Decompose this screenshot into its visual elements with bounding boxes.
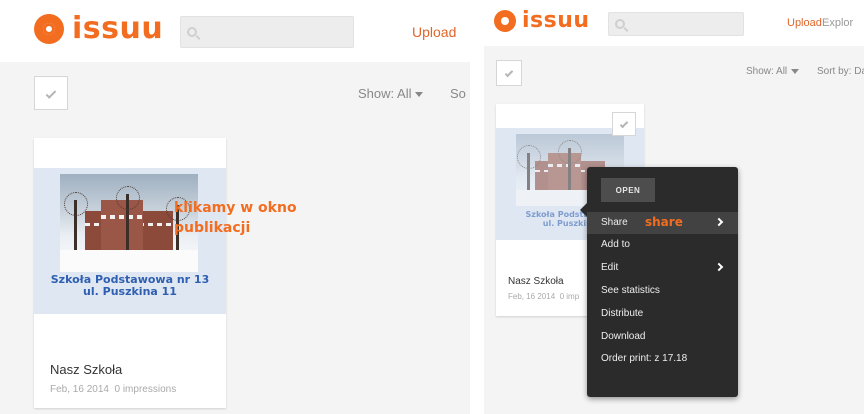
publication-title[interactable]: Nasz Szkoła bbox=[50, 362, 122, 377]
snow-ground bbox=[60, 250, 198, 272]
caret-down-icon bbox=[415, 92, 424, 98]
menu-item-see-statistics[interactable]: See statistics bbox=[587, 280, 738, 302]
menu-item-label: Download bbox=[601, 331, 646, 342]
search-input[interactable] bbox=[180, 16, 354, 48]
check-icon bbox=[45, 87, 57, 99]
publication-date: Feb, 16 2014 bbox=[50, 384, 109, 395]
issuu-logo-icon bbox=[494, 10, 516, 32]
publication-impressions: 0 imp bbox=[559, 292, 580, 301]
chevron-right-icon bbox=[714, 217, 724, 227]
menu-item-label: Order print: z 17.18 bbox=[601, 353, 688, 364]
menu-item-label: Distribute bbox=[601, 308, 644, 319]
menu-item-add-to[interactable]: Add to bbox=[587, 234, 738, 256]
tree-shape bbox=[116, 185, 141, 255]
show-filter-dropdown[interactable]: Show: All bbox=[746, 66, 800, 77]
publication-meta: Feb, 16 2014 0 impressions bbox=[50, 384, 176, 395]
explore-link[interactable]: Explor bbox=[822, 17, 853, 29]
menu-item-label: Edit bbox=[601, 262, 619, 273]
menu-item-order-print[interactable]: Order print: z 17.18 bbox=[587, 348, 738, 370]
publication-card[interactable]: Szkoła Podstawowa nr 13 ul. Puszkina 11 … bbox=[34, 138, 226, 408]
search-icon bbox=[187, 27, 197, 37]
search-icon bbox=[615, 19, 625, 29]
show-filter-label: Show: All bbox=[746, 66, 788, 77]
issuu-logo[interactable]: issuu bbox=[34, 14, 163, 44]
show-filter-label: Show: All bbox=[358, 86, 412, 101]
publication-cover[interactable]: Szkoła Podstawowa nr 13 ul. Puszkina 11 bbox=[34, 168, 226, 314]
check-icon bbox=[619, 119, 629, 129]
menu-item-label: Share bbox=[601, 217, 628, 228]
menu-item-share[interactable]: Share share bbox=[587, 212, 738, 234]
select-all-checkbox[interactable] bbox=[496, 60, 522, 86]
check-icon bbox=[504, 68, 514, 78]
upload-link[interactable]: Upload bbox=[787, 17, 822, 29]
show-filter-dropdown[interactable]: Show: All bbox=[358, 86, 424, 101]
menu-item-label: See statistics bbox=[601, 285, 660, 296]
menu-item-edit[interactable]: Edit bbox=[587, 257, 738, 279]
cover-caption: Szkoła Podstawowa nr 13 ul. Puszkina 11 bbox=[34, 274, 226, 298]
publication-impressions: 0 impressions bbox=[114, 384, 177, 395]
publication-select-checkbox[interactable] bbox=[612, 112, 636, 136]
chevron-right-icon bbox=[714, 262, 724, 272]
publication-date: Feb, 16 2014 bbox=[508, 292, 556, 301]
publication-context-menu: OPEN Share share Add to Edit See statist… bbox=[580, 167, 738, 397]
top-bar: issuu Upload bbox=[0, 0, 470, 62]
select-all-checkbox[interactable] bbox=[34, 76, 68, 110]
issuu-logo-icon bbox=[34, 14, 64, 44]
open-button[interactable]: OPEN bbox=[601, 178, 655, 202]
annotation-share: share bbox=[645, 215, 683, 229]
cover-caption-line2: ul. Puszkina 11 bbox=[83, 285, 177, 298]
library-area: Show: All So Szkoła Podstawowa nr 13 ul.… bbox=[0, 62, 470, 414]
search-input[interactable] bbox=[608, 12, 744, 36]
left-panel: issuu Upload Show: All So Szkoła Podstaw… bbox=[0, 0, 470, 414]
tree-shape bbox=[63, 192, 88, 255]
menu-item-label: Add to bbox=[601, 239, 630, 250]
library-area: Show: All Sort by: Da Szkoła Podstawowa … bbox=[484, 46, 864, 414]
menu-item-download[interactable]: Download bbox=[587, 326, 738, 348]
menu-item-distribute[interactable]: Distribute bbox=[587, 303, 738, 325]
tutorial-screenshot: issuu Upload Show: All So Szkoła Podstaw… bbox=[0, 0, 864, 414]
caret-down-icon bbox=[791, 68, 800, 74]
upload-link[interactable]: Upload bbox=[412, 24, 456, 40]
tree-shape bbox=[557, 140, 582, 194]
top-bar: issuu Upload Explor bbox=[484, 0, 864, 46]
logo-text: issuu bbox=[72, 11, 164, 46]
tree-shape bbox=[516, 145, 541, 194]
sort-dropdown[interactable]: Sort by: Da bbox=[817, 66, 864, 77]
logo-text: issuu bbox=[522, 8, 590, 33]
sort-dropdown[interactable]: So bbox=[450, 86, 466, 101]
publication-meta: Feb, 16 2014 0 imp bbox=[508, 292, 579, 301]
publication-title[interactable]: Nasz Szkoła bbox=[508, 276, 564, 287]
right-panel: issuu Upload Explor Show: All Sort by: D… bbox=[484, 0, 864, 414]
annotation-click-publication: klikamy w okno publikacji bbox=[174, 200, 297, 236]
issuu-logo[interactable]: issuu bbox=[494, 10, 590, 32]
